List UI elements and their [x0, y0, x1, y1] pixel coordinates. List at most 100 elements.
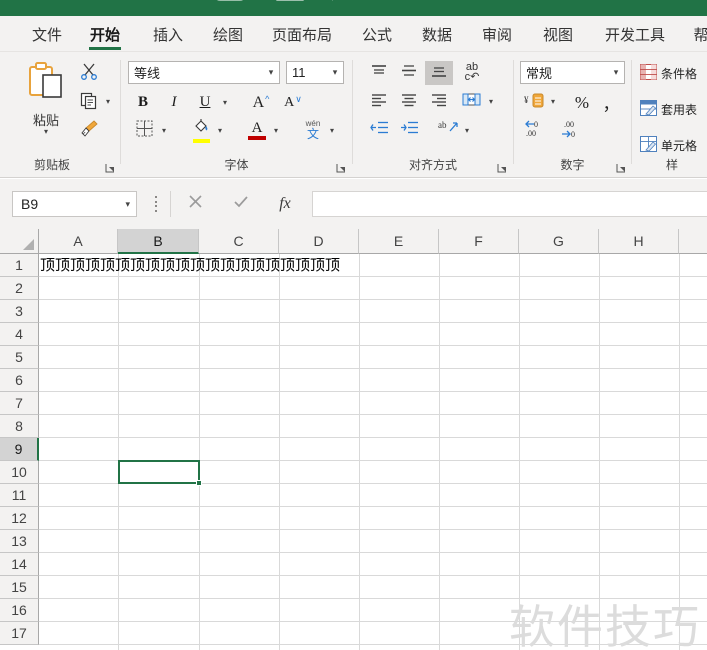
italic-button[interactable]: I: [161, 90, 187, 115]
row-header-10[interactable]: 10: [0, 461, 39, 484]
formula-bar-drag-handle[interactable]: [152, 195, 160, 213]
font-color-button[interactable]: A: [243, 116, 271, 144]
bold-button[interactable]: B: [130, 90, 156, 115]
align-left-button[interactable]: [365, 90, 393, 114]
paste-chevron-down-icon[interactable]: ▾: [44, 128, 48, 136]
font-size-combo[interactable]: 11 ▾: [286, 61, 344, 84]
decrease-indent-button[interactable]: [365, 118, 393, 142]
align-top-button[interactable]: [365, 61, 393, 85]
worksheet-grid[interactable]: A B C D E F G H 1 2 3 4 5 6 7 8 9 10 11 …: [0, 229, 707, 650]
tab-review[interactable]: 审阅: [472, 16, 522, 52]
column-header-g[interactable]: G: [519, 229, 599, 254]
orientation-chevron-down-icon[interactable]: ▾: [465, 127, 469, 135]
comma-format-button[interactable]: ，: [598, 90, 624, 115]
conditional-formatting-button[interactable]: 条件格: [640, 64, 697, 83]
increase-font-size-button[interactable]: A ^: [247, 90, 275, 115]
tab-insert[interactable]: 插入: [143, 16, 193, 52]
tab-data[interactable]: 数据: [412, 16, 462, 52]
column-header-c[interactable]: C: [199, 229, 279, 254]
clipboard-dialog-launcher[interactable]: [104, 161, 116, 173]
copy-chevron-down-icon[interactable]: ▾: [106, 98, 110, 106]
font-dialog-launcher[interactable]: [335, 161, 347, 173]
row-header-13[interactable]: 13: [0, 530, 39, 553]
cell-styles-button[interactable]: 单元格: [640, 136, 697, 155]
decrease-decimal-button[interactable]: 0 .00: [520, 118, 552, 143]
row-header-6[interactable]: 6: [0, 369, 39, 392]
grid-cells-area[interactable]: 顶顶顶顶顶顶顶顶顶顶顶顶顶顶顶顶顶顶顶顶 软件技巧: [39, 254, 707, 650]
row-header-5[interactable]: 5: [0, 346, 39, 369]
alignment-dialog-launcher[interactable]: [496, 161, 508, 173]
font-name-chevron-down-icon[interactable]: ▾: [263, 67, 279, 78]
insert-function-button[interactable]: fx: [270, 191, 300, 217]
row-header-17[interactable]: 17: [0, 622, 39, 645]
copy-button[interactable]: [76, 90, 102, 116]
fill-color-chevron-down-icon[interactable]: ▾: [218, 127, 222, 135]
font-name-combo[interactable]: 等线 ▾: [128, 61, 280, 84]
phonetic-chevron-down-icon[interactable]: ▾: [330, 127, 334, 135]
column-header-h[interactable]: H: [599, 229, 679, 254]
column-header-f[interactable]: F: [439, 229, 519, 254]
row-header-4[interactable]: 4: [0, 323, 39, 346]
row-header-1[interactable]: 1: [0, 254, 39, 277]
row-header-9[interactable]: 9: [0, 438, 39, 461]
confirm-entry-button[interactable]: [226, 191, 256, 217]
row-header-14[interactable]: 14: [0, 553, 39, 576]
phonetic-guide-button[interactable]: wén 文: [299, 116, 327, 144]
column-header-e[interactable]: E: [359, 229, 439, 254]
name-box[interactable]: B9 ▾: [12, 191, 137, 217]
percent-format-button[interactable]: %: [569, 90, 595, 115]
format-as-table-button[interactable]: 套用表: [640, 100, 697, 119]
row-header-15[interactable]: 15: [0, 576, 39, 599]
underline-chevron-down-icon[interactable]: ▾: [223, 99, 227, 107]
tab-formulas[interactable]: 公式: [352, 16, 402, 52]
tab-view[interactable]: 视图: [533, 16, 583, 52]
tab-file[interactable]: 文件: [22, 16, 72, 52]
merge-chevron-down-icon[interactable]: ▾: [489, 98, 493, 106]
align-right-button[interactable]: [425, 90, 453, 114]
wrap-text-button[interactable]: ab c↶: [457, 59, 487, 85]
tab-draw[interactable]: 绘图: [203, 16, 253, 52]
column-header-d[interactable]: D: [279, 229, 359, 254]
paste-button[interactable]: 粘贴 ▾: [18, 60, 74, 136]
accounting-chevron-down-icon[interactable]: ▾: [551, 98, 555, 106]
tab-developer[interactable]: 开发工具: [593, 16, 677, 52]
align-middle-button[interactable]: [395, 61, 423, 85]
decrease-font-size-button[interactable]: A ∨: [279, 90, 307, 115]
font-size-chevron-down-icon[interactable]: ▾: [327, 67, 343, 78]
tab-page-layout[interactable]: 页面布局: [260, 16, 344, 52]
font-color-chevron-down-icon[interactable]: ▾: [274, 127, 278, 135]
merge-and-center-button[interactable]: [457, 90, 485, 114]
increase-indent-button[interactable]: [395, 118, 423, 142]
fill-handle[interactable]: [196, 480, 202, 486]
row-header-7[interactable]: 7: [0, 392, 39, 415]
align-center-button[interactable]: [395, 90, 423, 114]
number-dialog-launcher[interactable]: [615, 161, 627, 173]
increase-decimal-button[interactable]: .00 0: [556, 118, 588, 143]
row-header-11[interactable]: 11: [0, 484, 39, 507]
borders-chevron-down-icon[interactable]: ▾: [162, 127, 166, 135]
fill-color-button[interactable]: [187, 116, 215, 144]
number-format-chevron-down-icon[interactable]: ▾: [608, 67, 624, 78]
row-header-16[interactable]: 16: [0, 599, 39, 622]
row-header-3[interactable]: 3: [0, 300, 39, 323]
formula-input[interactable]: [312, 191, 707, 217]
select-all-corner[interactable]: [0, 229, 39, 254]
format-painter-button[interactable]: [76, 118, 102, 144]
tab-home[interactable]: 开始: [80, 16, 130, 52]
column-header-i-partial[interactable]: [679, 229, 707, 254]
align-bottom-button[interactable]: [425, 61, 453, 85]
row-header-12[interactable]: 12: [0, 507, 39, 530]
cut-button[interactable]: [76, 60, 102, 86]
row-header-8[interactable]: 8: [0, 415, 39, 438]
accounting-format-button[interactable]: ¥: [520, 90, 548, 115]
text-orientation-button[interactable]: ab: [433, 118, 463, 142]
borders-button[interactable]: [130, 118, 158, 143]
tab-help[interactable]: 帮: [686, 16, 707, 52]
cancel-entry-button[interactable]: [180, 191, 210, 217]
quick-access-toolbar[interactable]: [0, 0, 707, 16]
underline-button[interactable]: U: [192, 90, 218, 115]
column-header-a[interactable]: A: [39, 229, 118, 254]
row-header-2[interactable]: 2: [0, 277, 39, 300]
column-header-b[interactable]: B: [118, 229, 199, 254]
number-format-combo[interactable]: 常规 ▾: [520, 61, 625, 84]
